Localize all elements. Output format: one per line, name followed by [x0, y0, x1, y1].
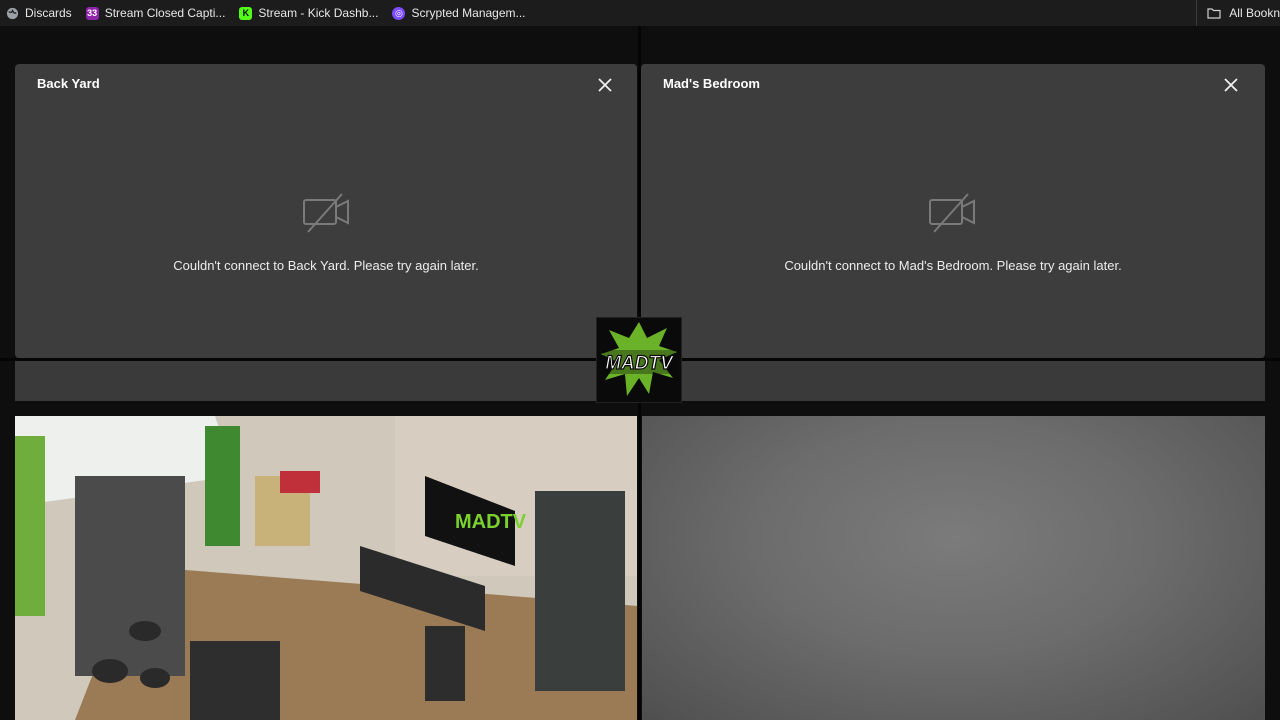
connection-error-message: Couldn't connect to Back Yard. Please tr…: [173, 258, 479, 273]
close-icon[interactable]: [597, 77, 613, 93]
globe-icon: [6, 7, 19, 19]
folder-icon: [1207, 7, 1221, 19]
room-feed-image: MADTV: [15, 416, 637, 720]
camera-tile-back-yard[interactable]: Back Yard Couldn't connect to Back Yard.…: [15, 64, 637, 358]
logo-text: MADTV: [605, 353, 674, 374]
bookmark-kick-dashboard[interactable]: K Stream - Kick Dashb...: [239, 6, 378, 20]
kick-icon: K: [239, 6, 253, 20]
camera-feed-gray[interactable]: [642, 416, 1265, 720]
madtv-logo: MADTV: [596, 317, 682, 403]
bookmark-discards[interactable]: Discards: [6, 6, 72, 20]
captions-app-icon: 33: [85, 6, 99, 20]
tile-footer-strip: [641, 361, 1265, 401]
all-bookmarks-button[interactable]: All Bookn: [1196, 0, 1280, 26]
bookmarks-bar: Discards 33 Stream Closed Capti... K Str…: [0, 0, 1280, 27]
bookmark-scrypted[interactable]: ◎ Scrypted Managem...: [392, 6, 526, 20]
wall-banner-text: MADTV: [455, 511, 527, 533]
bookmark-stream-closed-captions[interactable]: 33 Stream Closed Capti...: [85, 6, 226, 20]
all-bookmarks-label: All Bookn: [1229, 6, 1280, 20]
close-icon[interactable]: [1223, 77, 1239, 93]
tile-footer-strip: [15, 361, 637, 401]
camera-title: Back Yard: [37, 76, 100, 91]
connection-error-message: Couldn't connect to Mad's Bedroom. Pleas…: [784, 258, 1122, 273]
bookmark-label: Stream Closed Capti...: [104, 6, 226, 20]
bookmark-label: Scrypted Managem...: [411, 6, 526, 20]
camera-feed-room[interactable]: MADTV: [15, 416, 637, 720]
camera-off-icon: [303, 193, 349, 233]
scrypted-icon: ◎: [392, 6, 406, 20]
bookmark-label: Stream - Kick Dashb...: [258, 6, 379, 20]
bookmark-label: Discards: [25, 6, 72, 20]
camera-title: Mad's Bedroom: [663, 76, 760, 91]
camera-off-icon: [929, 193, 975, 233]
camera-tile-mads-bedroom[interactable]: Mad's Bedroom Couldn't connect to Mad's …: [641, 64, 1265, 358]
